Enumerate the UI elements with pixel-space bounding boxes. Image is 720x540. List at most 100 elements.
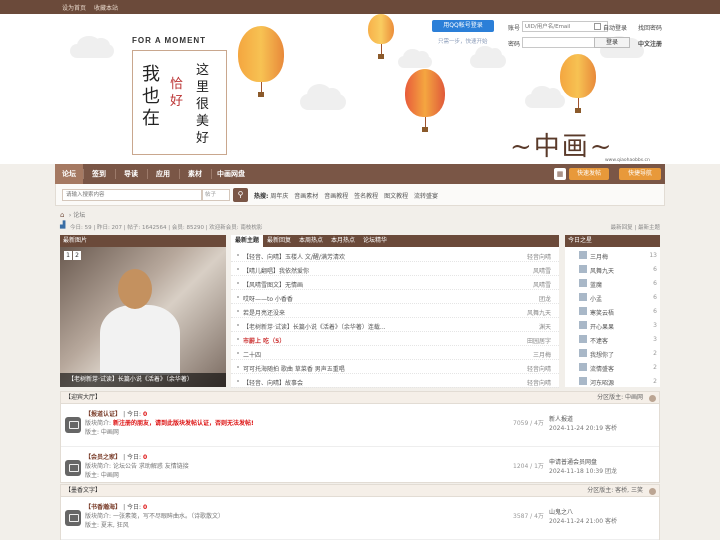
hot-term[interactable]: 音画素材: [294, 193, 318, 200]
thread-author[interactable]: 田园居字: [527, 336, 551, 345]
section-title[interactable]: 迎宾大厅: [71, 394, 95, 401]
list-item[interactable]: 可可托海随拍 歌曲 草菜香 男声五重唱 轻音向晴: [231, 361, 559, 374]
hot-term[interactable]: 流转盛宴: [414, 193, 438, 200]
thread-title[interactable]: 【晴儿翻唱】我依然爱你: [243, 266, 309, 275]
search-type-select[interactable]: 帖子: [202, 189, 230, 201]
list-item[interactable]: 河东昭源 2: [565, 375, 660, 388]
forum-icon[interactable]: [65, 417, 81, 433]
forum-name[interactable]: 【书香瀚海】: [85, 504, 121, 511]
latest-reply-link[interactable]: 最新回复: [611, 225, 633, 231]
hot-term[interactable]: 周年庆: [270, 193, 288, 200]
thread-author[interactable]: 轻音向晴: [527, 252, 551, 261]
nav-item-materials[interactable]: 素材: [181, 164, 209, 184]
list-item[interactable]: 寒笑云梧 6: [565, 305, 660, 318]
list-item[interactable]: 若是月亮还没来 风舞九天: [231, 305, 559, 318]
collapse-icon[interactable]: [649, 395, 656, 402]
forum-desc: 版块简介: 论坛公告 求助解惑 友情链接: [85, 463, 189, 470]
nav-item-netdisk[interactable]: 中画网盘: [213, 164, 249, 184]
thread-title[interactable]: 【轻音、向晴】玉楼人 文/醒/满芳清欢: [243, 252, 345, 261]
forum-icon[interactable]: [65, 460, 81, 476]
list-item[interactable]: 【轻音、向晴】故事会 轻音向晴: [231, 375, 559, 388]
forum-icon[interactable]: [65, 510, 81, 526]
thread-author[interactable]: 渊天: [539, 322, 551, 331]
latest-picture-slider[interactable]: 12 【老树新芽·试读】长篇小说《活着》（余华著）: [60, 247, 226, 387]
list-item[interactable]: 【轻音、向晴】玉楼人 文/醒/满芳清欢 轻音向晴: [231, 249, 559, 262]
quick-post-button[interactable]: 快速发帖: [569, 168, 609, 180]
register-link[interactable]: 中文注册: [638, 39, 662, 48]
list-item[interactable]: 开心果果 3: [565, 319, 660, 332]
forum-last-meta: 2024-11-18 10:39 团龙: [549, 468, 617, 475]
thread-author[interactable]: 风舞九天: [527, 308, 551, 317]
set-home-link[interactable]: 设为首页: [62, 5, 86, 12]
forum-name[interactable]: 【会员之家】: [85, 454, 121, 461]
slider-page[interactable]: 2: [73, 251, 81, 260]
tab-digest[interactable]: 论坛精华: [359, 235, 391, 247]
list-item[interactable]: 哎呀——to 小香香 团龙: [231, 291, 559, 304]
list-item[interactable]: 市蔚上 吃（5） 田园居字: [231, 333, 559, 346]
list-item[interactable]: 【老树新芽·试读】长篇小说《活着》（余华著）连载... 渊天: [231, 319, 559, 332]
list-item[interactable]: 风舞九天 6: [565, 263, 660, 276]
forgot-password-link[interactable]: 找回密码: [638, 23, 662, 32]
list-item[interactable]: 二十四 三月梅: [231, 347, 559, 360]
section-title[interactable]: 墨香文字: [71, 487, 95, 494]
thread-author[interactable]: 风晴雪: [533, 266, 551, 275]
list-item[interactable]: 我想你了 2: [565, 347, 660, 360]
list-item[interactable]: 【风晴雪图文】无情画 风晴雪: [231, 277, 559, 290]
forum-last-post[interactable]: 申请普通会员网盘: [549, 457, 597, 466]
search-icon[interactable]: ⚲: [233, 188, 248, 202]
qq-login-button[interactable]: 用QQ帐号登录: [432, 20, 494, 32]
hot-term[interactable]: 签名教程: [354, 193, 378, 200]
thread-title[interactable]: 市蔚上 吃（5）: [243, 336, 285, 345]
breadcrumb-current[interactable]: 论坛: [73, 212, 85, 219]
balloon-icon: [368, 14, 394, 59]
site-logo[interactable]: ~中画~ www.qiaohaobbs.cn: [510, 126, 650, 164]
home-icon[interactable]: ⌂: [60, 211, 67, 219]
thread-author[interactable]: 轻音向晴: [527, 378, 551, 387]
slogan-english: FOR A MOMENT: [132, 36, 207, 45]
tab-latest-threads[interactable]: 最新主题: [231, 235, 263, 247]
hot-search-label: 热搜:: [254, 193, 269, 200]
thread-author[interactable]: 团龙: [539, 294, 551, 303]
thread-author[interactable]: 三月梅: [533, 350, 551, 359]
thread-title[interactable]: 【轻音、向晴】故事会: [243, 378, 303, 387]
thread-title[interactable]: 【老树新芽·试读】长篇小说《活着》（余华著）连载...: [243, 322, 386, 331]
hot-term[interactable]: 音画教程: [324, 193, 348, 200]
list-item[interactable]: 小孟 6: [565, 291, 660, 304]
stars-header: 今日之星: [565, 235, 660, 247]
list-item[interactable]: 蓝魔 6: [565, 277, 660, 290]
picture-caption[interactable]: 【老树新芽·试读】长篇小说《活着》（余华著）: [60, 373, 226, 387]
list-item[interactable]: 流情盛客 2: [565, 361, 660, 374]
list-item[interactable]: 不逮客 3: [565, 333, 660, 346]
forum-name[interactable]: 【报道认证】: [85, 411, 121, 418]
balloon-icon: [405, 69, 445, 132]
list-item[interactable]: 三月梅 13: [565, 249, 660, 262]
thread-title[interactable]: 若是月亮还没来: [243, 308, 285, 317]
auto-login-checkbox[interactable]: [594, 23, 601, 30]
list-item[interactable]: 【晴儿翻唱】我依然爱你 风晴雪: [231, 263, 559, 276]
forum-last-post[interactable]: 山鬼之八: [549, 507, 573, 516]
nav-item-forum[interactable]: 论坛: [55, 164, 83, 184]
login-button[interactable]: 登录: [594, 37, 630, 48]
latest-thread-link[interactable]: 最新主题: [638, 225, 660, 231]
slogan-line-2: 恰好: [170, 77, 184, 109]
thread-title[interactable]: 可可托海随拍 歌曲 草菜香 男声五重唱: [243, 364, 345, 373]
nav-item-checkin[interactable]: 签到: [85, 164, 113, 184]
quick-nav-button[interactable]: 快捷导航: [619, 168, 661, 180]
nav-item-apps[interactable]: 应用: [149, 164, 177, 184]
slider-page[interactable]: 1: [64, 251, 72, 260]
thread-author[interactable]: 轻音向晴: [527, 364, 551, 373]
thread-author[interactable]: 风晴雪: [533, 280, 551, 289]
grid-icon[interactable]: ▦: [554, 168, 566, 180]
tab-latest-replies[interactable]: 最新回复: [263, 235, 295, 247]
thread-title[interactable]: 【风晴雪图文】无情画: [243, 280, 303, 289]
search-input[interactable]: [62, 189, 202, 201]
collapse-icon[interactable]: [649, 488, 656, 495]
bookmark-link[interactable]: 收藏本站: [94, 5, 118, 12]
nav-item-guide[interactable]: 导读: [117, 164, 145, 184]
thread-title[interactable]: 二十四: [243, 350, 261, 359]
tab-month-hot[interactable]: 本月热点: [327, 235, 359, 247]
forum-last-post[interactable]: 新人报道: [549, 414, 573, 423]
tab-week-hot[interactable]: 本周热点: [295, 235, 327, 247]
hot-term[interactable]: 图文教程: [384, 193, 408, 200]
thread-title[interactable]: 哎呀——to 小香香: [243, 294, 293, 303]
